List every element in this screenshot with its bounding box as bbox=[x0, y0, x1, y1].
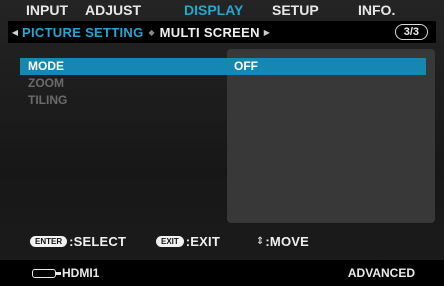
hint-move-text: :MOVE bbox=[265, 233, 310, 249]
menu-item-label: MODE bbox=[28, 59, 64, 73]
source-label: HDMI1 bbox=[62, 266, 100, 280]
key-hints: ENTER :SELECT EXIT :EXIT ⇕ :MOVE bbox=[30, 233, 309, 249]
menu-item-mode[interactable]: MODE OFF bbox=[20, 58, 426, 75]
input-source: HDMI1 bbox=[32, 266, 99, 280]
hint-exit: EXIT :EXIT bbox=[156, 234, 256, 249]
tab-input[interactable]: INPUT bbox=[20, 0, 76, 20]
menu-item-tiling: TILING bbox=[20, 92, 426, 109]
menu-item-value: OFF bbox=[234, 59, 258, 73]
left-arrow-icon[interactable]: ◀ bbox=[8, 28, 22, 37]
main-tabs: INPUT ADJUST DISPLAY SETUP INFO. bbox=[20, 0, 410, 20]
menu-list: MODE OFF ZOOM TILING bbox=[20, 58, 426, 109]
hint-select: ENTER :SELECT bbox=[30, 234, 156, 249]
separator-diamond-icon: ◆ bbox=[148, 27, 155, 37]
status-bar: HDMI1 ADVANCED bbox=[0, 260, 444, 286]
subtab-multi-screen[interactable]: MULTI SCREEN bbox=[160, 25, 260, 40]
tab-adjust[interactable]: ADJUST bbox=[76, 0, 168, 20]
exit-key-icon: EXIT bbox=[156, 235, 184, 247]
tab-display[interactable]: DISPLAY bbox=[168, 0, 258, 20]
right-arrow-icon[interactable]: ▶ bbox=[260, 28, 274, 37]
menu-mode-label: ADVANCED bbox=[347, 266, 415, 280]
hdmi-cable-icon bbox=[32, 268, 61, 278]
enter-key-icon: ENTER bbox=[30, 235, 68, 247]
up-down-arrow-icon: ⇕ bbox=[256, 235, 265, 247]
menu-item-zoom: ZOOM bbox=[20, 75, 426, 92]
tab-setup[interactable]: SETUP bbox=[258, 0, 340, 20]
hint-exit-text: :EXIT bbox=[185, 233, 221, 249]
page-indicator: 3/3 bbox=[394, 24, 428, 40]
hint-move: ⇕ :MOVE bbox=[256, 234, 309, 249]
menu-item-label: ZOOM bbox=[28, 76, 64, 90]
subtab-picture-setting[interactable]: PICTURE SETTING bbox=[22, 25, 144, 40]
projector-osd-menu: INPUT ADJUST DISPLAY SETUP INFO. ◀ PICTU… bbox=[0, 0, 444, 286]
menu-item-label: TILING bbox=[28, 93, 68, 107]
sub-tab-bar: ◀ PICTURE SETTING ◆ MULTI SCREEN ▶ 3/3 bbox=[8, 21, 436, 43]
tab-info[interactable]: INFO. bbox=[340, 0, 410, 20]
hint-select-text: :SELECT bbox=[69, 233, 127, 249]
